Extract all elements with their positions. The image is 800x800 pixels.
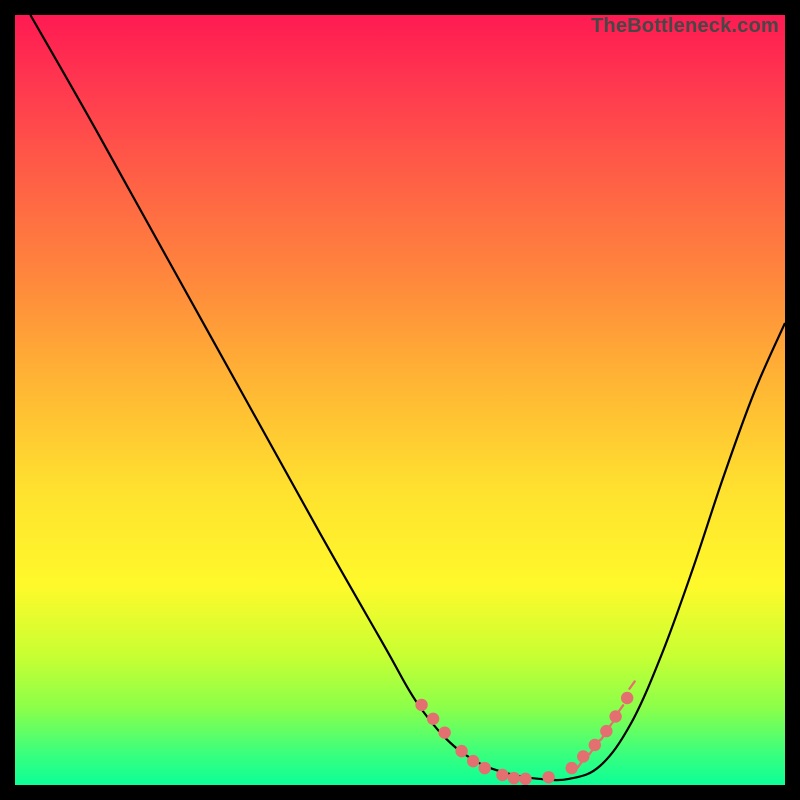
highlight-point xyxy=(455,745,467,757)
highlight-point xyxy=(496,769,508,781)
curve-group xyxy=(30,15,785,780)
highlight-point xyxy=(621,692,633,704)
highlight-point xyxy=(479,762,491,774)
highlight-point xyxy=(566,762,578,774)
highlight-point xyxy=(519,773,531,785)
highlight-point xyxy=(589,739,601,751)
highlight-point xyxy=(577,750,589,762)
highlight-point xyxy=(609,710,621,722)
chart-frame: TheBottleneck.com xyxy=(15,15,785,785)
chart-svg xyxy=(15,15,785,785)
bottleneck-curve xyxy=(30,15,785,780)
highlight-point xyxy=(438,726,450,738)
tick-mark xyxy=(629,681,634,688)
highlight-point xyxy=(415,699,427,711)
highlight-point xyxy=(467,755,479,767)
highlight-point xyxy=(600,725,612,737)
highlight-point xyxy=(508,772,520,784)
highlight-point xyxy=(427,713,439,725)
highlight-point xyxy=(542,771,554,783)
